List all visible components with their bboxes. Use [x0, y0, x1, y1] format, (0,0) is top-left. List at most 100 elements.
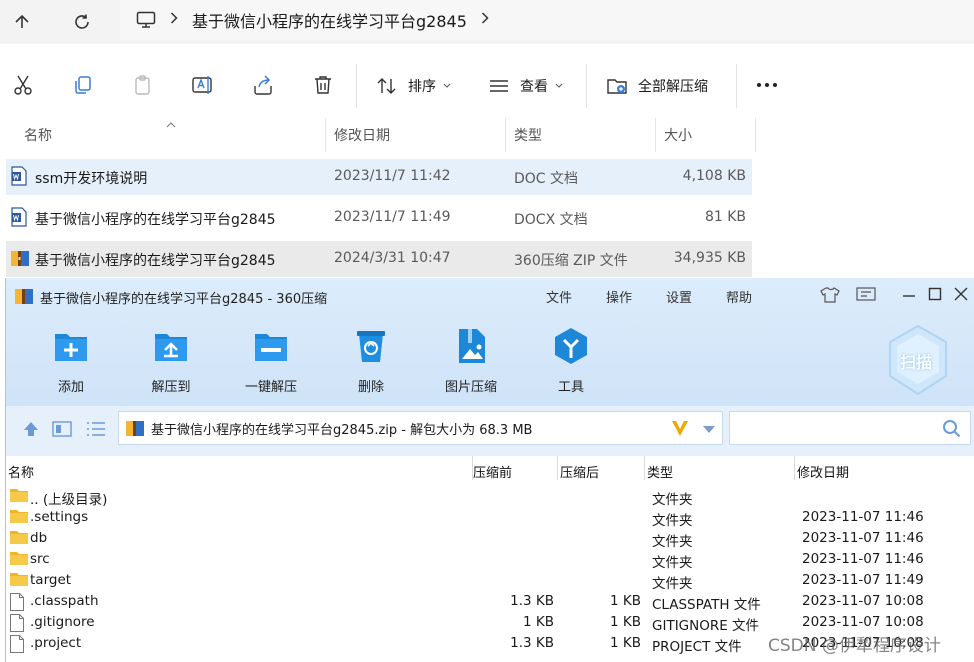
skin-icon[interactable] [820, 287, 840, 307]
menu-file[interactable]: 文件 [546, 287, 572, 306]
entry-type: CLASSPATH 文件 [652, 597, 761, 613]
zip-window-title: 基于微信小程序的在线学习平台g2845 - 360压缩 [40, 292, 328, 307]
copy-icon[interactable] [70, 72, 96, 98]
chevron-down-icon [555, 83, 563, 88]
scan-button[interactable]: 扫描 [886, 324, 950, 396]
thumbnail-view-icon[interactable] [52, 420, 72, 442]
zip-window: 基于微信小程序的在线学习平台g2845 - 360压缩 文件 操作 设置 帮助 … [5, 278, 974, 662]
chevron-right-icon[interactable] [481, 12, 489, 28]
zip-toolbar-area: 基于微信小程序的在线学习平台g2845 - 360压缩 文件 操作 设置 帮助 … [6, 278, 974, 406]
tool-image-compress-button[interactable]: 图片压缩 [431, 326, 511, 395]
file-row[interactable]: 基于微信小程序的在线学习平台g2845 2024/3/31 10:47 360压… [6, 241, 752, 277]
dropdown-arrow-icon[interactable] [702, 424, 716, 439]
entry-size-before: 1 KB [523, 614, 554, 630]
archive-entry-row[interactable]: .gitignore 1 KB 1 KB GITIGNORE 文件 2023-11-07… [6, 612, 974, 634]
entry-modified: 2023-11-07 10:08 [802, 614, 924, 630]
breadcrumb-folder[interactable]: 基于微信小程序的在线学习平台g2845 [192, 8, 467, 32]
archive-entry-row[interactable]: db 文件夹 2023-11-07 11:46 [6, 528, 974, 550]
refresh-icon[interactable] [68, 8, 96, 36]
archive-entry-row[interactable]: .classpath 1.3 KB 1 KB CLASSPATH 文件 2023-11-… [6, 591, 974, 613]
entry-name: db [30, 530, 48, 546]
up-arrow-icon[interactable] [8, 8, 36, 36]
chevron-right-icon [170, 12, 178, 28]
folder-icon [9, 550, 29, 570]
menu-operation[interactable]: 操作 [606, 287, 632, 306]
entry-name: src [30, 551, 50, 567]
tool-delete-button[interactable]: 删除 [331, 326, 411, 395]
close-icon[interactable] [954, 287, 968, 305]
tool-one-click-extract-button[interactable]: 一键解压 [231, 326, 311, 395]
zip-archive-icon [125, 419, 145, 437]
divider [356, 64, 357, 108]
entry-type: 文件夹 [652, 513, 693, 529]
favorite-v-icon[interactable] [670, 418, 690, 442]
column-header-name[interactable]: 名称 [16, 118, 326, 152]
column-header-modified[interactable]: 修改日期 [326, 118, 506, 152]
maximize-icon[interactable] [928, 287, 942, 305]
word-doc-icon [10, 166, 28, 190]
address-field[interactable]: 基于微信小程序的在线学习平台g2845 [120, 0, 974, 40]
archive-path-text: 基于微信小程序的在线学习平台g2845.zip - 解包大小为 68.3 MB [151, 422, 533, 438]
divider [736, 64, 737, 108]
menu-settings[interactable]: 设置 [666, 287, 692, 306]
sort-button[interactable]: 排序 [376, 76, 452, 96]
watermark: CSDN @伊犁程序设计 [768, 636, 941, 656]
extract-to-icon [151, 326, 191, 366]
archive-search-input[interactable] [729, 411, 971, 445]
column-header-name[interactable]: 名称 [8, 462, 34, 481]
file-modified: 2023/11/7 11:49 [334, 209, 451, 225]
entry-modified: 2023-11-07 11:46 [802, 509, 924, 525]
column-header-type[interactable]: 类型 [506, 118, 656, 152]
feedback-icon[interactable] [856, 287, 876, 307]
entry-type: 文件夹 [652, 555, 693, 571]
archive-entry-row[interactable]: .. (上级目录) 文件夹 [6, 486, 974, 508]
view-button[interactable]: 查看 [488, 76, 564, 96]
column-header-before[interactable]: 压缩前 [473, 462, 512, 481]
tool-label: 添加 [57, 380, 84, 395]
file-modified: 2023/11/7 11:42 [334, 168, 451, 184]
archive-entry-row[interactable]: target 文件夹 2023-11-07 11:49 [6, 570, 974, 592]
paste-icon [130, 72, 156, 98]
minimize-icon[interactable] [902, 288, 916, 306]
cut-icon[interactable] [10, 72, 36, 98]
entry-name: .classpath [30, 593, 99, 609]
file-row[interactable]: ssm开发环境说明 2023/11/7 11:42 DOC 文档 4,108 K… [6, 159, 752, 195]
archive-path-field[interactable]: 基于微信小程序的在线学习平台g2845.zip - 解包大小为 68.3 MB [118, 411, 723, 445]
column-header-size[interactable]: 大小 [656, 118, 756, 152]
file-name: ssm开发环境说明 [35, 171, 148, 187]
tool-add-button[interactable]: 添加 [31, 326, 111, 395]
one-click-extract-icon [251, 326, 291, 366]
entry-size-before: 1.3 KB [510, 593, 554, 609]
search-icon[interactable] [942, 419, 962, 443]
column-header-modified[interactable]: 修改日期 [797, 462, 849, 481]
delete-icon[interactable] [310, 72, 336, 98]
scrollbar-track[interactable] [956, 474, 974, 662]
sort-label: 排序 [408, 79, 436, 95]
more-options-icon[interactable] [754, 72, 780, 98]
file-size: 4,108 KB [682, 168, 746, 184]
share-icon[interactable] [250, 72, 276, 98]
tool-label: 解压到 [151, 380, 191, 395]
column-header-type[interactable]: 类型 [647, 462, 673, 481]
entry-type: PROJECT 文件 [652, 639, 742, 655]
image-compress-icon [451, 326, 491, 366]
this-pc-icon[interactable] [136, 11, 156, 29]
file-row[interactable]: 基于微信小程序的在线学习平台g2845 2023/11/7 11:49 DOCX… [6, 200, 752, 236]
divider [557, 456, 558, 480]
entry-name: .settings [30, 509, 89, 525]
delete-icon [351, 326, 391, 366]
extract-all-button[interactable]: 全部解压缩 [606, 76, 708, 96]
archive-entry-row[interactable]: .settings 文件夹 2023-11-07 11:46 [6, 507, 974, 529]
archive-entry-row[interactable]: src 文件夹 2023-11-07 11:46 [6, 549, 974, 571]
tool-tools-button[interactable]: 工具 [531, 326, 611, 395]
zip-app-icon [14, 287, 34, 309]
tool-extract-to-button[interactable]: 解压到 [131, 326, 211, 395]
view-icon [490, 80, 508, 92]
entry-size-before: 1.3 KB [510, 635, 554, 651]
column-label: 修改日期 [334, 128, 390, 144]
list-view-icon[interactable] [86, 420, 106, 442]
column-header-after[interactable]: 压缩后 [560, 462, 599, 481]
up-level-icon[interactable] [22, 420, 40, 442]
menu-help[interactable]: 帮助 [726, 287, 752, 306]
rename-icon[interactable] [190, 72, 216, 98]
